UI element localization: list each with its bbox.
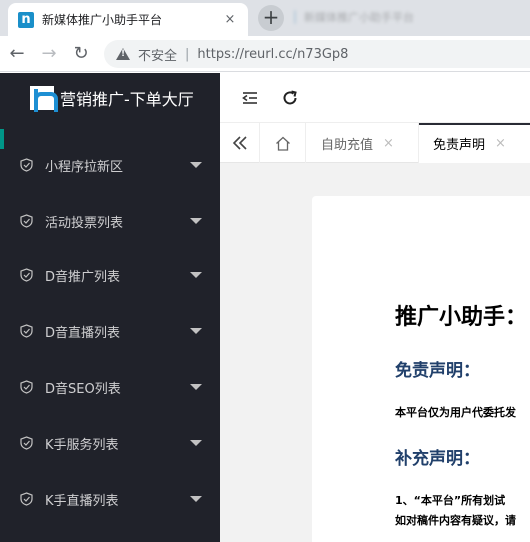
- sidebar-item-voting[interactable]: 活动投票列表: [0, 201, 220, 241]
- caret-down-icon: [190, 440, 202, 446]
- disclaimer-paragraph: 本平台仅为用户代委托发: [395, 406, 516, 419]
- close-tab-icon[interactable]: ×: [222, 12, 238, 27]
- logo-n-icon: [30, 86, 58, 112]
- close-icon[interactable]: ×: [383, 136, 394, 151]
- supplement-heading: 补充声明：: [395, 449, 480, 469]
- shield-check-icon: [20, 324, 33, 338]
- background-tab-favicon-icon: [294, 10, 296, 24]
- security-label[interactable]: 不安全: [138, 45, 177, 64]
- admin-toolbar: [220, 73, 530, 123]
- sidebar: 营销推广-下单大厅 小程序拉新区 活动投票列表 D音推广列表 D音直播列表 D音…: [0, 73, 220, 542]
- disclaimer-heading: 免责声明：: [395, 361, 480, 381]
- background-tab-title: 新媒体推广小助手平台: [304, 11, 414, 24]
- logo-text: 营销推广-下单大厅: [60, 90, 194, 109]
- address-separator: |: [185, 46, 190, 62]
- site-favicon-icon: n: [18, 11, 34, 28]
- caret-down-icon: [190, 218, 202, 224]
- collapse-menu-icon[interactable]: [240, 88, 260, 108]
- sidebar-item-miniprogram[interactable]: 小程序拉新区: [0, 145, 220, 185]
- tab-recharge[interactable]: 自助充值 ×: [307, 123, 419, 163]
- browser-tab-active[interactable]: n 新媒体推广小助手平台 ×: [8, 3, 248, 36]
- browser-toolbar: ← → ↻ 不安全 | https://reurl.cc/n73Gp8: [0, 36, 530, 72]
- browser-tab-background[interactable]: 新媒体推广小助手平台: [294, 8, 414, 26]
- shield-check-icon: [20, 214, 33, 228]
- refresh-icon[interactable]: [280, 88, 300, 108]
- sidebar-item-label: D音直播列表: [45, 325, 121, 341]
- tabs-scroll-left-icon[interactable]: [220, 123, 260, 163]
- sidebar-item-label: 小程序拉新区: [45, 159, 124, 175]
- supplement-line-1: 1、“本平台”所有划试: [395, 494, 506, 507]
- sidebar-item-label: K手服务列表: [45, 437, 119, 453]
- browser-tab-title: 新媒体推广小助手平台: [42, 13, 163, 27]
- tab-recharge-label: 自助充值: [321, 137, 374, 153]
- home-icon[interactable]: [260, 123, 306, 163]
- shield-check-icon: [20, 268, 33, 282]
- shield-check-icon: [20, 492, 33, 506]
- shield-check-icon: [20, 436, 33, 450]
- sidebar-item-d-seo[interactable]: D音SEO列表: [0, 367, 220, 407]
- shield-check-icon: [20, 158, 33, 172]
- back-arrow-icon[interactable]: ←: [2, 43, 32, 64]
- supplement-line-2: 如对稿件内容有疑议，请: [395, 514, 516, 527]
- sidebar-item-label: D音推广列表: [45, 269, 121, 285]
- sidebar-logo[interactable]: 营销推广-下单大厅: [0, 73, 220, 123]
- sidebar-item-k-service[interactable]: K手服务列表: [0, 423, 220, 463]
- caret-down-icon: [190, 384, 202, 390]
- warning-icon[interactable]: [116, 48, 130, 60]
- caret-down-icon: [190, 328, 202, 334]
- document-title: 推广小助手：: [395, 305, 528, 330]
- caret-down-icon: [190, 496, 202, 502]
- url-text[interactable]: https://reurl.cc/n73Gp8: [197, 47, 348, 62]
- sidebar-item-label: 活动投票列表: [45, 215, 124, 231]
- sidebar-item-label: K手直播列表: [45, 493, 119, 509]
- address-bar[interactable]: 不安全 | https://reurl.cc/n73Gp8: [104, 40, 530, 68]
- sidebar-item-d-live[interactable]: D音直播列表: [0, 311, 220, 351]
- sidebar-item-d-promo[interactable]: D音推广列表: [0, 255, 220, 295]
- main-content: 自助充值 × 免责声明 × 推广小助手： 免责声明： 本平台仅为用户代委托发 补…: [220, 73, 530, 542]
- shield-check-icon: [20, 380, 33, 394]
- forward-arrow-icon[interactable]: →: [34, 43, 64, 64]
- caret-down-icon: [190, 272, 202, 278]
- tab-disclaimer-label: 免责声明: [433, 137, 486, 153]
- tab-disclaimer[interactable]: 免责声明 ×: [419, 123, 530, 163]
- sidebar-item-k-live[interactable]: K手直播列表: [0, 479, 220, 519]
- browser-tabstrip: n 新媒体推广小助手平台 × + 新媒体推广小助手平台: [0, 0, 530, 36]
- new-tab-button[interactable]: +: [258, 5, 284, 31]
- close-icon[interactable]: ×: [495, 136, 506, 151]
- reload-icon[interactable]: ↻: [66, 43, 96, 64]
- page-tabs: 自助充值 × 免责声明 ×: [220, 123, 530, 163]
- sidebar-item-label: D音SEO列表: [45, 381, 121, 397]
- disclaimer-card: 推广小助手： 免责声明： 本平台仅为用户代委托发 补充声明： 1、“本平台”所有…: [312, 196, 530, 542]
- caret-down-icon: [190, 162, 202, 168]
